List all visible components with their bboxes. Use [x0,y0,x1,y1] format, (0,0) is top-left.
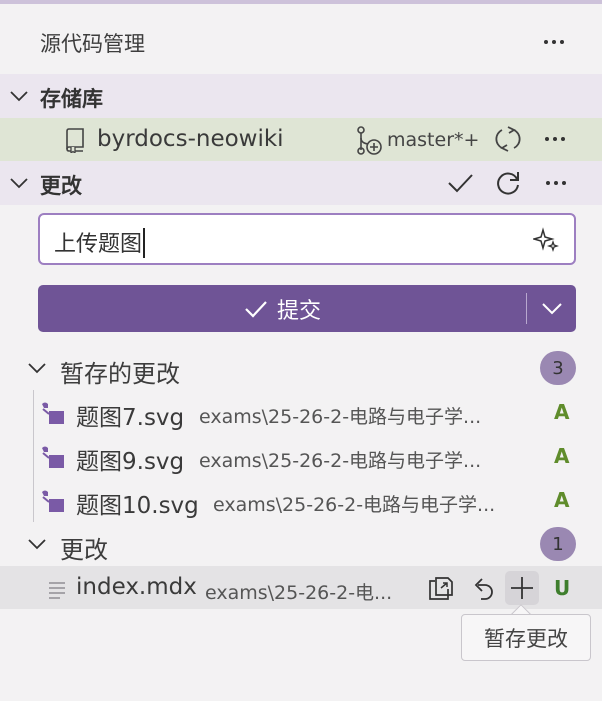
file-name: index.mdx [76,574,197,600]
staged-file-row[interactable]: 题图10.svg exams\25-26-2-电路与电子学... A [0,478,602,522]
staged-count-badge: 3 [540,351,576,385]
text-caret [143,228,146,258]
unstaged-file-row[interactable]: index.mdx exams\25-26-2-电... U [0,566,602,609]
file-status: A [554,488,570,512]
staged-file-row[interactable]: 题图9.svg exams\25-26-2-电路与电子学... A [0,434,602,478]
svg-file-icon [40,400,66,426]
stage-changes-tooltip: 暂存更改 [461,614,591,661]
branch-name[interactable]: master*+ [387,129,479,151]
commit-message-input[interactable]: 上传题图 [38,213,576,265]
view-header: 源代码管理 [0,4,602,74]
repository-row[interactable]: byrdocs-neowiki master*+ [0,118,602,161]
staged-changes-group[interactable]: 暂存的更改 3 [0,346,602,390]
commit-button[interactable]: 提交 [38,285,576,332]
chevron-down-icon [26,533,48,555]
repo-icon [62,127,88,153]
discard-icon[interactable] [467,571,501,605]
chevron-down-icon[interactable] [532,293,572,324]
chevron-down-icon [8,85,30,107]
file-path: exams\25-26-2-电路与电子学... [199,406,482,428]
text-file-icon [44,576,70,602]
check-icon [243,296,269,322]
changes-header-label: 更改 [40,174,82,198]
commit-button-label: 提交 [276,298,321,324]
refresh-icon[interactable] [492,167,524,199]
chevron-down-icon [8,172,30,194]
file-status: A [554,400,570,424]
view-more-icon[interactable] [538,26,570,58]
commit-button-divider [526,293,527,324]
svg-file-icon [40,444,66,470]
file-name: 题图7.svg [76,405,185,431]
branch-add-icon[interactable] [352,124,384,156]
file-name: 题图9.svg [76,449,185,475]
file-path: exams\25-26-2-电路与电子学... [213,494,496,516]
open-file-icon[interactable] [424,571,458,605]
unstaged-changes-label: 更改 [60,536,108,564]
changes-more-icon[interactable] [540,167,572,199]
commit-button-main[interactable]: 提交 [38,285,526,332]
file-name: 题图10.svg [76,493,199,519]
repository-more-icon[interactable] [540,124,570,154]
check-icon[interactable] [444,167,476,199]
repository-name: byrdocs-neowiki [97,126,284,152]
file-path: exams\25-26-2-电路与电子学... [199,450,482,472]
view-title: 源代码管理 [40,32,145,56]
file-path: exams\25-26-2-电... [205,582,393,604]
sync-icon[interactable] [493,124,523,154]
chevron-down-icon [26,357,48,379]
staged-file-row[interactable]: 题图7.svg exams\25-26-2-电路与电子学... A [0,390,602,434]
svg-file-icon [40,488,66,514]
unstaged-changes-group[interactable]: 更改 1 [0,522,602,566]
commit-message-text: 上传题图 [54,232,143,257]
plus-icon[interactable] [505,571,539,605]
file-status: A [554,444,570,468]
file-status: U [554,576,571,600]
repositories-section-header[interactable]: 存储库 [0,74,602,118]
unstaged-count-badge: 1 [540,527,576,561]
repositories-header-label: 存储库 [40,87,103,111]
staged-changes-label: 暂存的更改 [60,360,180,388]
changes-section-header[interactable]: 更改 [0,161,602,205]
sparkle-icon[interactable] [533,227,559,253]
